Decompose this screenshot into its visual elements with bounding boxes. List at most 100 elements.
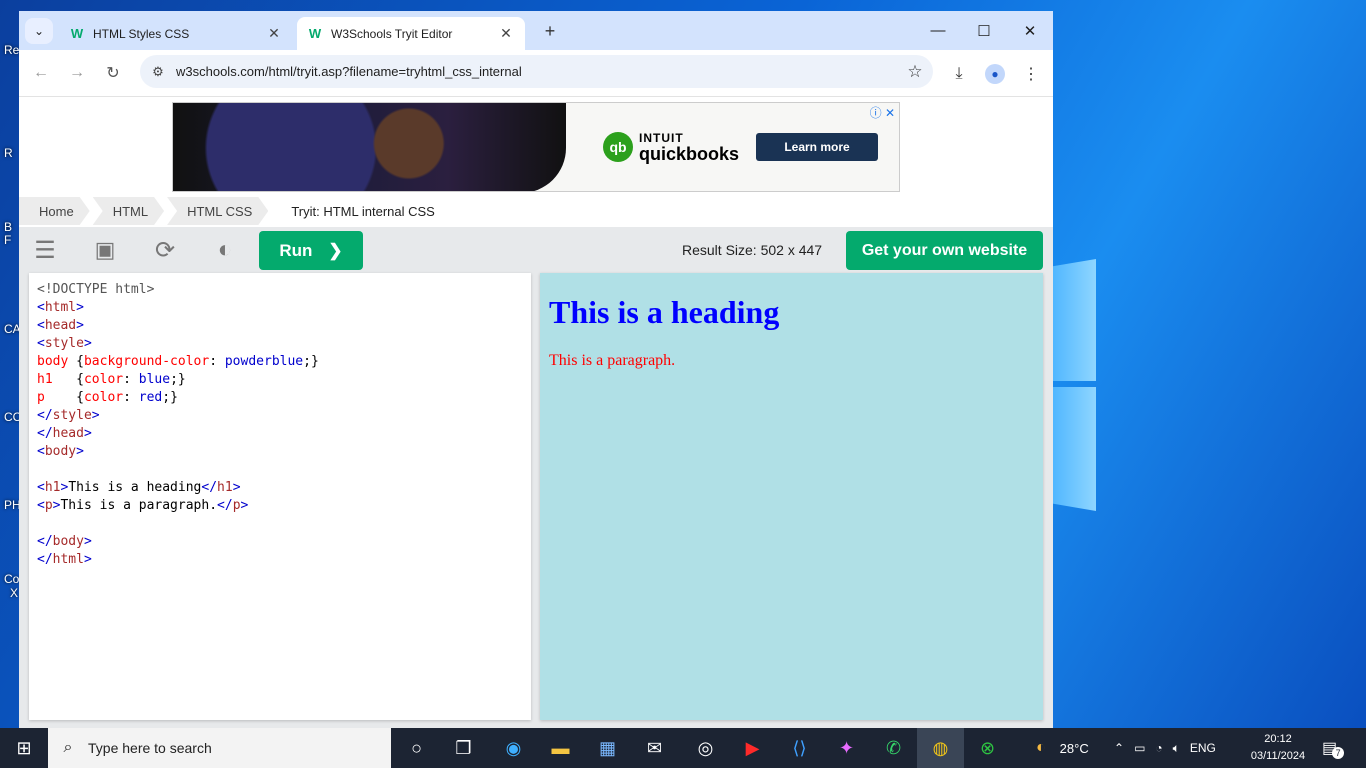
show-hidden-icons-icon[interactable]: ⌃ bbox=[1114, 741, 1124, 755]
battery-icon[interactable]: ▭ bbox=[1134, 741, 1145, 755]
w3schools-favicon-icon: W bbox=[70, 26, 84, 41]
taskbar-search-box[interactable]: ⌕ Type here to search bbox=[48, 728, 391, 768]
code-line: <h1>This is a heading</h1> bbox=[37, 480, 241, 495]
breadcrumb-home[interactable]: Home bbox=[19, 197, 90, 225]
cortana-icon[interactable]: ○ bbox=[393, 728, 440, 768]
save-icon[interactable]: ▣ bbox=[88, 233, 122, 267]
task-view-icon[interactable]: ❐ bbox=[440, 728, 487, 768]
desktop-icon-label[interactable]: Co bbox=[4, 573, 19, 586]
desktop-icon-label[interactable]: Re bbox=[4, 44, 19, 57]
code-line: </body> bbox=[37, 534, 92, 549]
xbox-icon[interactable]: ⊗ bbox=[964, 728, 1011, 768]
forward-button[interactable]: → bbox=[66, 62, 88, 84]
address-bar[interactable]: ⚙ w3schools.com/html/tryit.asp?filename=… bbox=[140, 55, 933, 88]
file-explorer-icon[interactable]: ▬ bbox=[537, 728, 584, 768]
start-button[interactable]: ⊞ bbox=[0, 728, 48, 768]
clock-date: 03/11/2024 bbox=[1250, 750, 1306, 762]
new-tab-button[interactable]: + bbox=[539, 20, 561, 42]
search-icon: ⌕ bbox=[63, 739, 73, 756]
maximize-button[interactable]: ☐ bbox=[961, 11, 1007, 50]
media-player-icon[interactable]: ◎ bbox=[682, 728, 729, 768]
code-line: <!DOCTYPE html> bbox=[37, 282, 155, 297]
w3schools-favicon-icon: W bbox=[308, 26, 322, 41]
microsoft-store-icon[interactable]: ▦ bbox=[584, 728, 631, 768]
code-line: <body> bbox=[37, 444, 84, 459]
ad-info-close-icon[interactable]: ⓘ ✕ bbox=[870, 104, 895, 121]
desktop-icon-label[interactable]: F bbox=[4, 234, 11, 247]
menu-kebab-icon[interactable]: ⋮ bbox=[1019, 62, 1043, 86]
browser-window: ⌄ W HTML Styles CSS ✕ W W3Schools Tryit … bbox=[19, 11, 1053, 728]
language-indicator[interactable]: ENG bbox=[1190, 741, 1216, 755]
notification-center[interactable]: ▤ 7 bbox=[1322, 728, 1345, 768]
clock[interactable]: 20:12 03/11/2024 bbox=[1244, 731, 1312, 765]
breadcrumb: Home HTML HTML CSS Tryit: HTML internal … bbox=[19, 197, 1053, 225]
close-tab-icon[interactable]: ✕ bbox=[497, 25, 515, 42]
code-line: <style> bbox=[37, 336, 92, 351]
arrow-left-icon: ← bbox=[33, 64, 49, 81]
result-size-label: Result Size: 502 x 447 bbox=[682, 242, 823, 258]
tab-tryit-editor[interactable]: W W3Schools Tryit Editor ✕ bbox=[297, 17, 525, 50]
close-window-button[interactable]: ✕ bbox=[1007, 11, 1053, 50]
chevron-down-icon: ⌄ bbox=[33, 24, 45, 38]
chevron-right-icon: ❯ bbox=[328, 240, 343, 260]
wifi-icon[interactable]: ◔ bbox=[1155, 741, 1162, 755]
bookmark-star-icon[interactable]: ☆ bbox=[897, 62, 933, 82]
get-your-own-website-button[interactable]: Get your own website bbox=[846, 231, 1043, 270]
breadcrumb-html-css[interactable]: HTML CSS bbox=[167, 197, 268, 225]
ad-brand-line1: INTUIT bbox=[639, 131, 684, 145]
weather-temp: 28°C bbox=[1059, 740, 1089, 756]
windows-logo-wallpaper bbox=[1052, 255, 1098, 515]
whatsapp-icon[interactable]: ✆ bbox=[870, 728, 917, 768]
notification-count: 7 bbox=[1332, 747, 1345, 759]
menu-hamburger-icon[interactable]: ☰ bbox=[28, 233, 62, 267]
code-line: <html> bbox=[37, 300, 84, 315]
dark-mode-contrast-icon[interactable]: ◐ bbox=[208, 233, 242, 267]
run-button[interactable]: Run ❯ bbox=[259, 231, 363, 270]
url-text[interactable]: w3schools.com/html/tryit.asp?filename=tr… bbox=[176, 64, 897, 79]
browser-toolbar: ← → ↻ ⚙ w3schools.com/html/tryit.asp?fil… bbox=[19, 50, 1053, 97]
mail-icon[interactable]: ✉ bbox=[631, 728, 678, 768]
advertisement-banner[interactable]: qb INTUIT quickbooks Learn more ⓘ ✕ bbox=[172, 102, 900, 192]
chrome-icon[interactable]: ◍ bbox=[917, 728, 964, 768]
code-line: body {background-color: powderblue;} bbox=[37, 354, 319, 369]
volume-icon[interactable]: 🔈︎ bbox=[1173, 741, 1180, 756]
back-button[interactable]: ← bbox=[30, 62, 52, 84]
ad-brand: qb INTUIT quickbooks bbox=[603, 131, 739, 163]
desktop-icon-label[interactable]: R bbox=[4, 147, 13, 160]
minimize-button[interactable]: — bbox=[915, 11, 961, 50]
tab-search-button[interactable]: ⌄ bbox=[25, 18, 53, 44]
vscode-icon[interactable]: ⟨⟩ bbox=[776, 728, 823, 768]
profile-icon[interactable]: ● bbox=[983, 62, 1007, 86]
edge-browser-icon[interactable]: ◉ bbox=[490, 728, 537, 768]
arrow-right-icon: → bbox=[69, 64, 85, 81]
code-line: </head> bbox=[37, 426, 92, 441]
rotate-orientation-icon[interactable]: ⟳ bbox=[148, 233, 182, 267]
breadcrumb-html[interactable]: HTML bbox=[93, 197, 164, 225]
desktop-icon-label[interactable]: X bbox=[10, 587, 18, 600]
code-line: <head> bbox=[37, 318, 84, 333]
editor-toolbar: ☰ ▣ ⟳ ◐ Run ❯ Result Size: 502 x 447 Get… bbox=[19, 227, 1053, 273]
copilot-icon[interactable]: ✦ bbox=[823, 728, 870, 768]
code-line: p {color: red;} bbox=[37, 390, 178, 405]
system-tray: ⌃ ▭ ◔ 🔈︎ ENG bbox=[1114, 728, 1216, 768]
quickbooks-logo-icon: qb bbox=[603, 132, 633, 162]
tab-strip: ⌄ W HTML Styles CSS ✕ W W3Schools Tryit … bbox=[19, 11, 1053, 50]
site-info-icon[interactable]: ⚙ bbox=[140, 64, 176, 80]
taskbar: ⊞ ⌕ Type here to search ○ ❐ ◉ ▬ ▦ ✉ ◎ ▶ … bbox=[0, 728, 1366, 768]
youtube-icon[interactable]: ▶ bbox=[729, 728, 776, 768]
download-icon[interactable]: ⤓ bbox=[947, 62, 971, 86]
reload-button[interactable]: ↻ bbox=[102, 62, 124, 84]
ad-brand-line2: quickbooks bbox=[639, 144, 740, 164]
search-placeholder: Type here to search bbox=[88, 740, 212, 756]
code-editor[interactable]: <!DOCTYPE html> <html> <head> <style> body {… bbox=[29, 273, 531, 720]
tab-html-styles[interactable]: W HTML Styles CSS ✕ bbox=[59, 17, 293, 50]
code-line: <p>This is a paragraph.</p> bbox=[37, 498, 249, 513]
run-label: Run bbox=[279, 240, 313, 260]
ad-photo bbox=[173, 103, 566, 191]
close-tab-icon[interactable]: ✕ bbox=[265, 25, 283, 42]
result-frame: This is a heading This is a paragraph. bbox=[540, 273, 1043, 720]
weather-widget[interactable]: ◐ 28°C bbox=[1036, 728, 1089, 768]
ad-learn-more-button[interactable]: Learn more bbox=[756, 133, 878, 161]
